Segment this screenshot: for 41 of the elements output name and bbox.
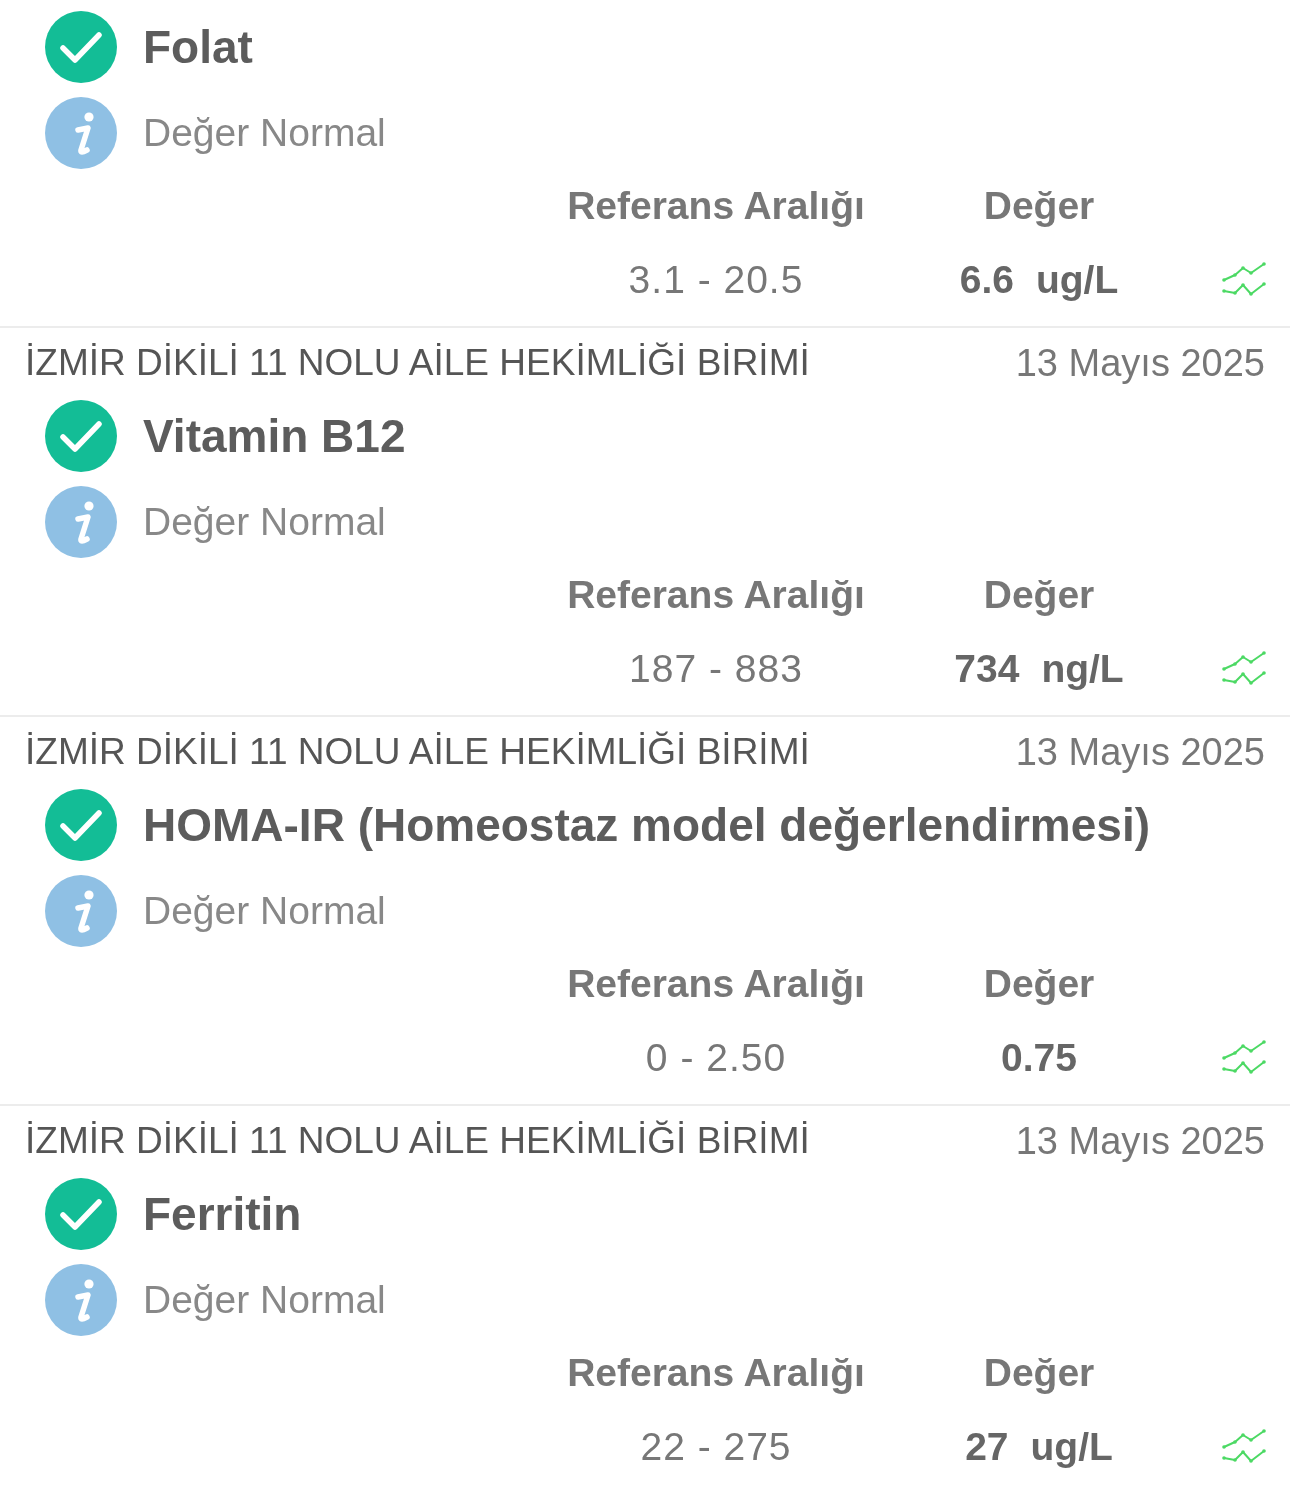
line-chart-icon[interactable]: [1222, 1429, 1266, 1465]
result-note: Değer Normal: [143, 889, 386, 933]
facility-name: İZMİR DİKİLİ 11 NOLU AİLE HEKİMLİĞİ BİRİMİ: [25, 342, 810, 384]
test-name: Folat: [143, 20, 253, 74]
line-chart-icon[interactable]: [1222, 1040, 1266, 1076]
facility-name: İZMİR DİKİLİ 11 NOLU AİLE HEKİMLİĞİ BİRİMİ: [25, 1120, 810, 1162]
facility-name: İZMİR DİKİLİ 11 NOLU AİLE HEKİMLİĞİ BİRİMİ: [25, 731, 810, 773]
result-unit: ug/L: [1035, 258, 1119, 302]
result-value: 6.6: [959, 258, 1014, 302]
info-icon: [45, 97, 117, 169]
result-date: 13 Mayıs 2025: [1015, 730, 1265, 774]
value-label: Değer: [983, 1351, 1095, 1395]
info-icon: [45, 1264, 117, 1336]
reference-range-label: Referans Aralığı: [567, 184, 865, 228]
info-icon: [45, 486, 117, 558]
test-name: Vitamin B12: [143, 409, 406, 463]
result-note: Değer Normal: [143, 111, 386, 155]
line-chart-icon[interactable]: [1222, 262, 1266, 298]
value-label: Değer: [983, 962, 1095, 1006]
info-icon: [45, 875, 117, 947]
result-date: 13 Mayıs 2025: [1015, 341, 1265, 385]
value-label: Değer: [983, 573, 1095, 617]
reference-range-label: Referans Aralığı: [567, 962, 865, 1006]
reference-range: 3.1 - 20.5: [628, 258, 804, 302]
result-value: 734: [954, 647, 1020, 691]
result-note: Değer Normal: [143, 1278, 386, 1322]
reference-range: 22 - 275: [640, 1425, 792, 1469]
reference-range: 187 - 883: [629, 647, 803, 691]
result-value: 0.75: [1001, 1036, 1077, 1080]
result-note: Değer Normal: [143, 500, 386, 544]
reference-range-label: Referans Aralığı: [567, 1351, 865, 1395]
value-label: Değer: [983, 184, 1095, 228]
result-unit: ug/L: [1030, 1425, 1113, 1469]
reference-range-label: Referans Aralığı: [567, 573, 865, 617]
reference-range: 0 - 2.50: [645, 1036, 787, 1080]
test-name: HOMA-IR (Homeostaz model değerlendirmesi): [143, 798, 1151, 852]
result-unit: ng/L: [1041, 647, 1124, 691]
result-date: 13 Mayıs 2025: [1015, 1119, 1265, 1163]
line-chart-icon[interactable]: [1222, 651, 1266, 687]
result-value: 27: [965, 1425, 1009, 1469]
test-name: Ferritin: [143, 1187, 302, 1241]
